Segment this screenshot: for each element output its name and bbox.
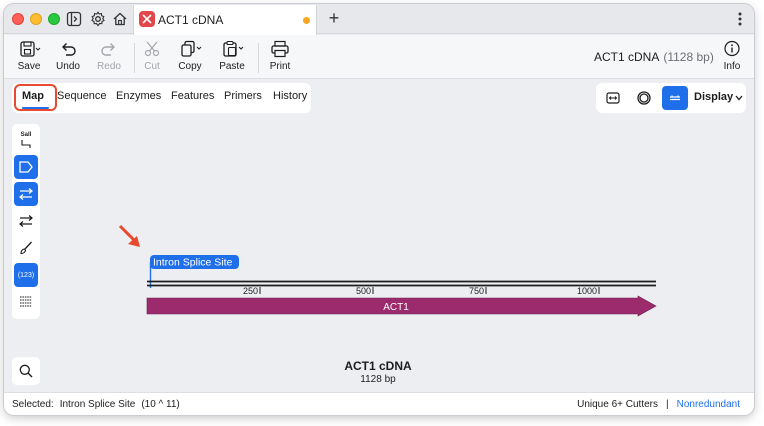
ruler-tick-label: 500: [356, 286, 371, 296]
map-title: ACT1 cDNA: [344, 359, 412, 373]
selection-status: Selected: Intron Splice Site (10 ^ 11): [12, 399, 180, 410]
selected-label: Selected:: [12, 399, 54, 410]
app-window: ACT1 cDNA + Save Undo Redo Cut Copy Past…: [4, 4, 754, 415]
ruler-tick-label: 250: [243, 286, 258, 296]
selected-value: Intron Splice Site: [59, 399, 136, 410]
selected-range: (10 ^ 11): [141, 399, 180, 410]
status-bar: Selected: Intron Splice Site (10 ^ 11) Uni…: [4, 392, 754, 415]
sequence-map: Intron Splice Site 250 500 750 1000 ACT1: [118, 224, 657, 317]
act1-feature-label: ACT1: [383, 302, 409, 313]
nonredundant-link[interactable]: Nonredundant: [677, 399, 740, 410]
map-subtitle: 1128 bp: [360, 374, 396, 385]
enzyme-set-selector[interactable]: Unique 6+ Cutters: [577, 399, 658, 410]
status-separator: |: [666, 399, 669, 410]
enzyme-status: Unique 6+ Cutters | Nonredundant: [577, 399, 740, 410]
ruler-tick-label: 750: [469, 286, 484, 296]
ruler-tick-label: 1000: [577, 286, 597, 296]
splice-site-label: Intron Splice Site: [153, 257, 233, 269]
map-caption: ACT1 cDNA 1128 bp: [304, 359, 452, 385]
